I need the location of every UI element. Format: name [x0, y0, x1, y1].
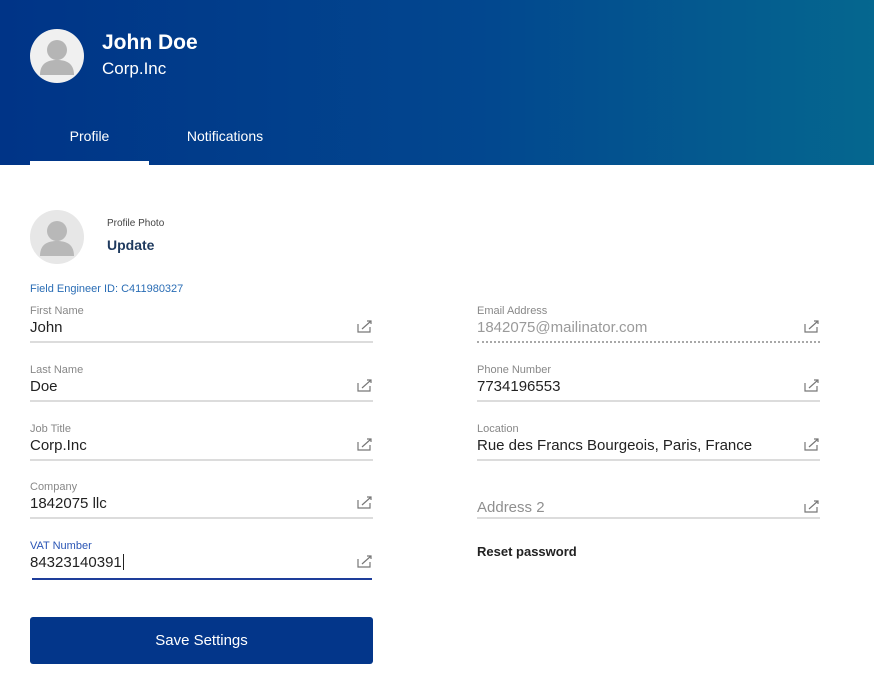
address2-input[interactable]: Address 2	[477, 499, 797, 516]
address2-field[interactable]: Address 2	[477, 481, 820, 531]
edit-icon[interactable]	[804, 437, 820, 451]
location-field[interactable]: Location Rue des Francs Bourgeois, Paris…	[477, 423, 820, 473]
field-underline	[30, 517, 373, 519]
first-name-field[interactable]: First Name John	[30, 305, 373, 355]
tab-profile[interactable]: Profile	[30, 128, 149, 144]
edit-icon[interactable]	[357, 378, 373, 392]
active-tab-indicator	[30, 161, 149, 165]
field-underline-active	[32, 578, 372, 580]
tab-notifications[interactable]: Notifications	[165, 128, 285, 144]
phone-input[interactable]: 7734196553	[477, 378, 797, 395]
user-silhouette-icon	[40, 221, 74, 256]
email-input[interactable]: 1842075@mailinator.com	[477, 319, 797, 336]
profile-photo-avatar	[30, 210, 84, 264]
update-photo-link[interactable]: Update	[107, 237, 154, 253]
job-title-input[interactable]: Corp.Inc	[30, 437, 350, 454]
location-input[interactable]: Rue des Francs Bourgeois, Paris, France	[477, 437, 797, 454]
edit-icon[interactable]	[357, 554, 373, 568]
job-title-field[interactable]: Job Title Corp.Inc	[30, 423, 373, 473]
phone-field[interactable]: Phone Number 7734196553	[477, 364, 820, 414]
profile-header: John Doe Corp.Inc Profile Notifications	[0, 0, 874, 165]
edit-icon[interactable]	[357, 437, 373, 451]
user-silhouette-icon	[40, 40, 74, 75]
text-caret	[122, 554, 124, 570]
phone-label: Phone Number	[477, 364, 551, 376]
user-name: John Doe	[102, 31, 198, 54]
vat-number-label: VAT Number	[30, 540, 92, 552]
last-name-label: Last Name	[30, 364, 84, 376]
field-engineer-id: Field Engineer ID: C411980327	[30, 283, 184, 295]
company-input[interactable]: 1842075 llc	[30, 495, 350, 512]
reset-password-link[interactable]: Reset password	[477, 544, 577, 559]
field-underline-dotted	[477, 341, 820, 343]
company-field[interactable]: Company 1842075 llc	[30, 481, 373, 531]
email-field[interactable]: Email Address 1842075@mailinator.com	[477, 305, 820, 355]
edit-icon[interactable]	[804, 378, 820, 392]
edit-icon[interactable]	[804, 319, 820, 333]
company-label: Company	[30, 481, 78, 493]
profile-photo-label: Profile Photo	[107, 218, 165, 229]
field-underline	[477, 400, 820, 402]
vat-number-field[interactable]: VAT Number 84323140391	[30, 540, 373, 584]
vat-number-value: 84323140391	[30, 554, 122, 571]
field-underline	[30, 341, 373, 343]
first-name-label: First Name	[30, 305, 84, 317]
field-underline	[477, 517, 820, 519]
last-name-input[interactable]: Doe	[30, 378, 350, 395]
last-name-field[interactable]: Last Name Doe	[30, 364, 373, 414]
edit-icon[interactable]	[357, 495, 373, 509]
save-settings-button[interactable]: Save Settings	[30, 617, 373, 664]
first-name-input[interactable]: John	[30, 319, 350, 336]
edit-icon[interactable]	[804, 499, 820, 513]
vat-number-input[interactable]: 84323140391	[30, 554, 350, 571]
location-label: Location	[477, 423, 519, 435]
field-underline	[477, 459, 820, 461]
user-company: Corp.Inc	[102, 59, 167, 78]
field-underline	[30, 400, 373, 402]
avatar	[30, 29, 84, 83]
edit-icon[interactable]	[357, 319, 373, 333]
email-label: Email Address	[477, 305, 548, 317]
field-underline	[30, 459, 373, 461]
job-title-label: Job Title	[30, 423, 71, 435]
